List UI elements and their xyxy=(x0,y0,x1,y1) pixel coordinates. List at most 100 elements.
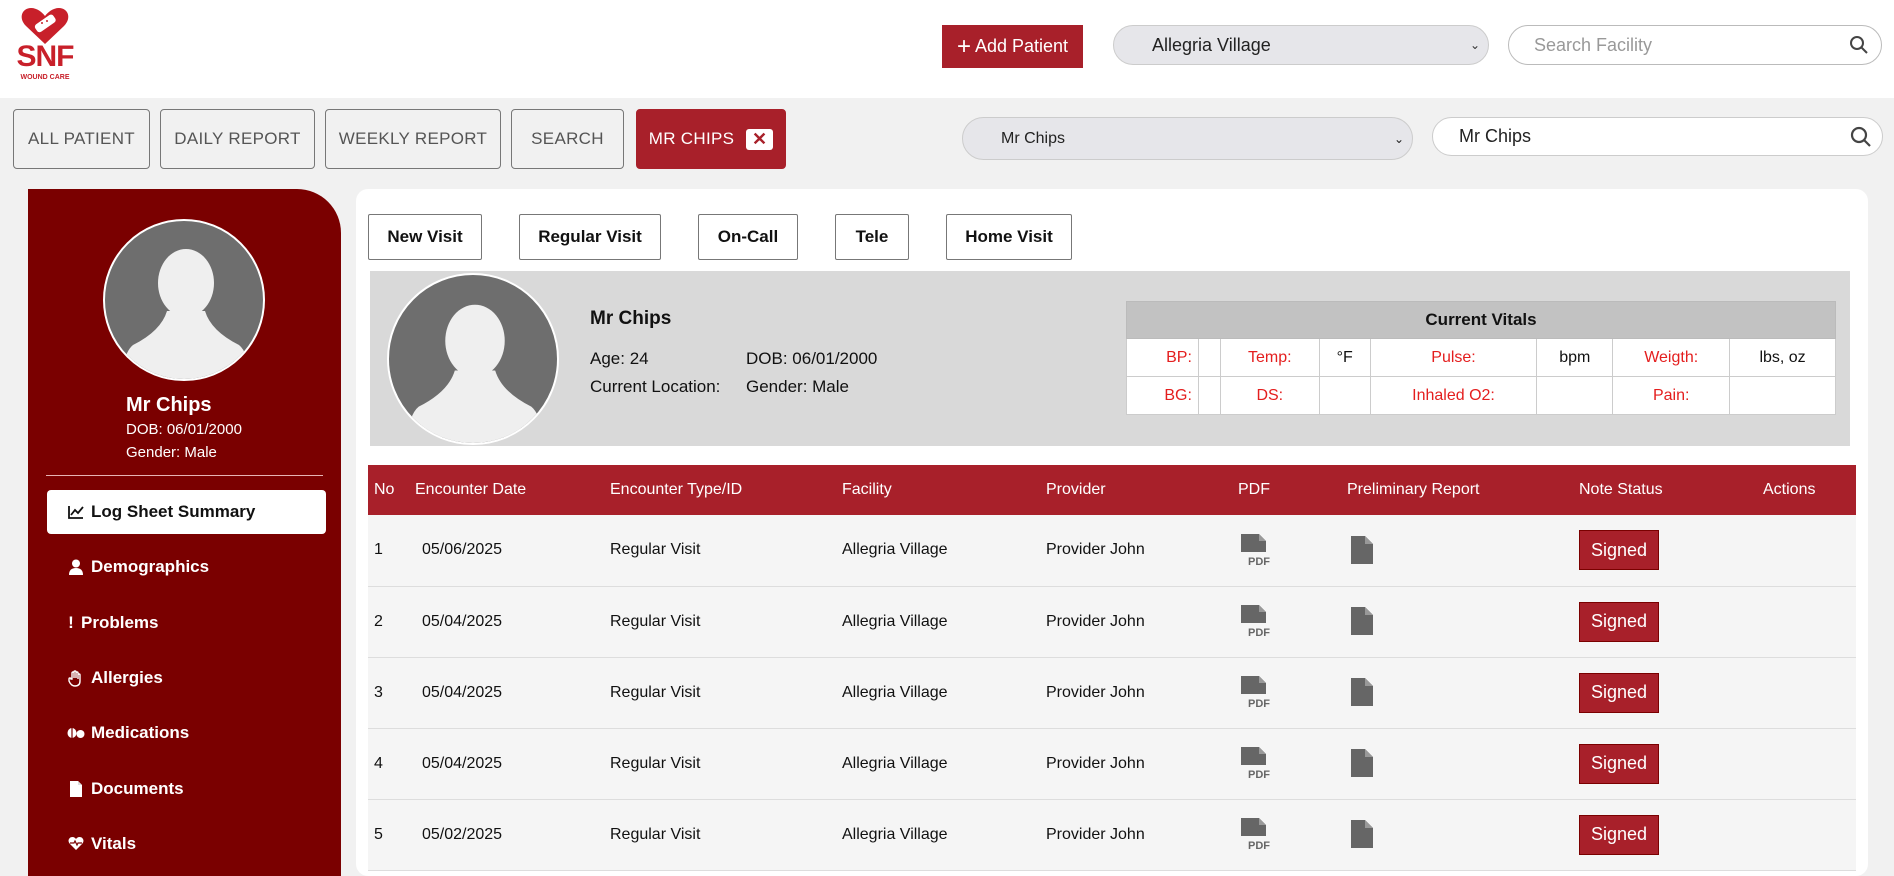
new-visit-button[interactable]: New Visit xyxy=(368,214,482,260)
cell-type: Regular Visit xyxy=(604,515,836,587)
vital-label-pulse: Pulse: xyxy=(1369,338,1538,377)
vital-label-o2: Inhaled O2: xyxy=(1369,376,1538,415)
tab-label: MR CHIPS xyxy=(648,129,735,148)
vital-label-ds: DS: xyxy=(1219,376,1320,415)
sidebar-item-label: Documents xyxy=(91,779,184,798)
status-badge[interactable]: Signed xyxy=(1579,743,1659,784)
cell-actions xyxy=(1757,657,1856,729)
col-header: Preliminary Report xyxy=(1341,465,1573,515)
add-patient-button[interactable]: + Add Patient xyxy=(942,25,1083,68)
hand-icon xyxy=(67,669,85,687)
vital-label-weight: Weigth: xyxy=(1612,338,1731,377)
snf-logo[interactable]: SNF WOUND CARE xyxy=(12,6,78,86)
patient-search-value: Mr Chips xyxy=(1459,126,1532,146)
home-visit-button[interactable]: Home Visit xyxy=(946,214,1072,260)
on-call-button[interactable]: On-Call xyxy=(698,214,798,260)
cell-facility: Allegria Village xyxy=(836,586,1040,658)
patient-info-card: Mr Chips Age: 24 DOB: 06/01/2000 Current… xyxy=(370,271,1850,446)
search-icon[interactable] xyxy=(1849,35,1869,55)
file-icon[interactable] xyxy=(1351,607,1373,640)
sidebar-item-label: Problems xyxy=(81,613,159,632)
cell-facility: Allegria Village xyxy=(836,799,1040,871)
tab-search[interactable]: SEARCH xyxy=(511,109,624,169)
pdf-icon[interactable]: PDF xyxy=(1240,747,1270,786)
status-badge[interactable]: Signed xyxy=(1579,530,1659,571)
cell-date: 05/04/2025 xyxy=(409,586,604,658)
close-icon[interactable]: ✕ xyxy=(746,128,774,150)
regular-visit-button[interactable]: Regular Visit xyxy=(519,214,661,260)
status-badge[interactable]: Signed xyxy=(1579,601,1659,642)
sidebar-patient-dob: DOB: 06/01/2000 xyxy=(126,421,242,438)
file-icon xyxy=(67,781,85,797)
main-panel: New Visit Regular Visit On-Call Tele Hom… xyxy=(356,189,1868,876)
cell-pdf: PDF xyxy=(1232,586,1341,658)
tab-daily-report[interactable]: DAILY REPORT xyxy=(160,109,315,169)
col-header: Facility xyxy=(836,465,1040,515)
cell-preliminary xyxy=(1341,586,1573,658)
cell-no: 4 xyxy=(368,728,409,800)
tele-button[interactable]: Tele xyxy=(835,214,909,260)
col-header: No xyxy=(368,465,409,515)
patient-search-input[interactable]: Mr Chips xyxy=(1432,117,1883,156)
facility-search-input[interactable]: Search Facility xyxy=(1508,25,1882,65)
sidebar-item-log-sheet-summary[interactable]: Log Sheet Summary xyxy=(47,490,326,534)
table-row: 1 05/06/2025 Regular Visit Allegria Village… xyxy=(368,515,1856,587)
patient-select-value: Mr Chips xyxy=(1001,129,1066,147)
patient-age: Age: 24 xyxy=(590,349,649,368)
sidebar-item-label: Medications xyxy=(91,723,190,742)
pdf-icon[interactable]: PDF xyxy=(1240,676,1270,715)
plus-icon: + xyxy=(956,32,971,60)
cell-pdf: PDF xyxy=(1232,515,1341,587)
sidebar-patient-name: Mr Chips xyxy=(126,394,212,416)
col-header: Encounter Date xyxy=(409,465,604,515)
cell-actions xyxy=(1757,515,1856,587)
file-icon[interactable] xyxy=(1351,820,1373,853)
cell-type: Regular Visit xyxy=(604,728,836,800)
pdf-icon[interactable]: PDF xyxy=(1240,533,1270,573)
file-icon[interactable] xyxy=(1351,749,1373,782)
svg-text:PDF: PDF xyxy=(1248,840,1270,852)
user-icon xyxy=(67,559,85,575)
sidebar-item-medications[interactable]: Medications xyxy=(47,711,326,755)
sidebar-item-label: Allergies xyxy=(91,668,163,687)
cell-provider: Provider John xyxy=(1040,799,1232,871)
tab-label: DAILY REPORT xyxy=(174,129,301,148)
sidebar-item-label: Log Sheet Summary xyxy=(91,502,256,521)
sidebar-item-problems[interactable]: ! Problems xyxy=(47,601,326,645)
col-header: Note Status xyxy=(1573,465,1757,515)
facility-select[interactable]: Allegria Village ⌄ xyxy=(1113,25,1489,65)
cell-provider: Provider John xyxy=(1040,586,1232,658)
file-icon[interactable] xyxy=(1351,535,1373,569)
sidebar-item-vitals[interactable]: Vitals xyxy=(47,822,326,866)
vital-value-pain xyxy=(1729,376,1836,415)
tab-mr-chips[interactable]: MR CHIPS ✕ xyxy=(636,109,786,169)
add-patient-label: Add Patient xyxy=(974,36,1069,56)
status-badge[interactable]: Signed xyxy=(1579,672,1659,713)
pdf-icon[interactable]: PDF xyxy=(1240,818,1270,857)
tab-all-patient[interactable]: ALL PATIENT xyxy=(13,109,150,169)
logo-subtitle: WOUND CARE xyxy=(20,74,70,81)
pdf-icon[interactable]: PDF xyxy=(1240,605,1270,644)
vital-value-bg xyxy=(1197,376,1221,415)
patient-select[interactable]: Mr Chips ⌄ xyxy=(962,117,1413,160)
cell-pdf: PDF xyxy=(1232,728,1341,800)
sidebar-item-documents[interactable]: Documents xyxy=(47,767,326,811)
sidebar-item-demographics[interactable]: Demographics xyxy=(47,545,326,589)
cell-provider: Provider John xyxy=(1040,657,1232,729)
cell-actions xyxy=(1757,728,1856,800)
file-icon[interactable] xyxy=(1351,678,1373,711)
cell-no: 2 xyxy=(368,586,409,658)
cell-date: 05/06/2025 xyxy=(409,515,604,587)
tab-label: ALL PATIENT xyxy=(28,129,135,148)
cell-no: 3 xyxy=(368,657,409,729)
tab-weekly-report[interactable]: WEEKLY REPORT xyxy=(325,109,501,169)
table-row: 4 05/04/2025 Regular Visit Allegria Village… xyxy=(368,728,1856,800)
search-icon[interactable] xyxy=(1850,126,1872,148)
cell-status: Signed xyxy=(1573,515,1757,587)
cell-facility: Allegria Village xyxy=(836,657,1040,729)
pills-icon xyxy=(67,727,85,739)
sidebar-patient-gender: Gender: Male xyxy=(126,444,217,461)
patient-sidebar: Mr Chips DOB: 06/01/2000 Gender: Male Lo… xyxy=(28,189,341,876)
sidebar-item-allergies[interactable]: Allergies xyxy=(47,656,326,700)
status-badge[interactable]: Signed xyxy=(1579,814,1659,855)
